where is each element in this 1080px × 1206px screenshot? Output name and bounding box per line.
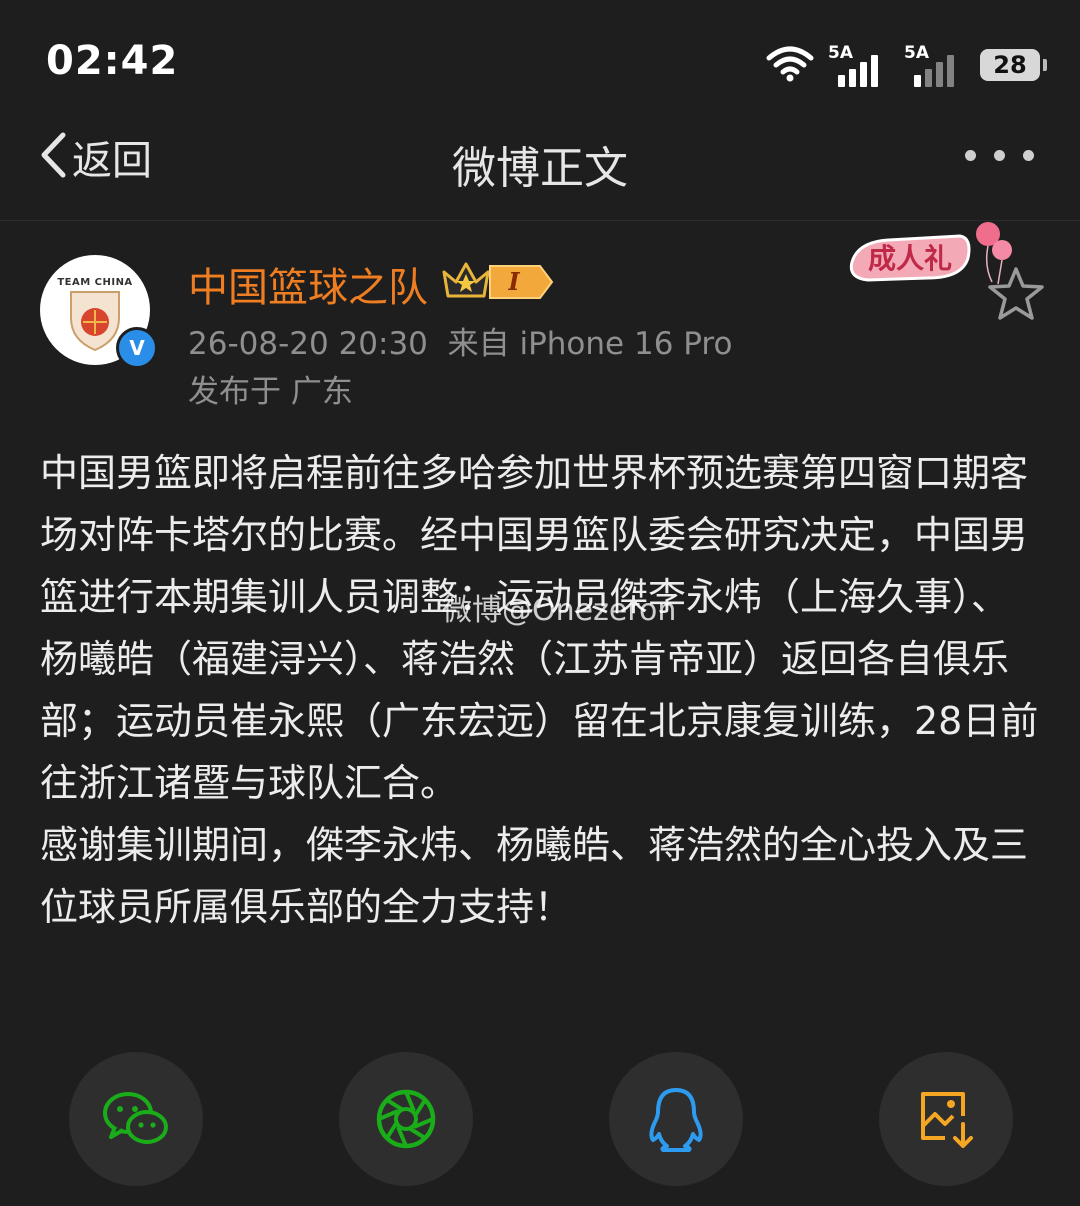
watermark: 微博@Onezeron [442, 593, 677, 628]
status-icons: 5A 5A 28 [766, 40, 1047, 90]
post-timestamp: 26-08-20 20:30 [188, 326, 428, 362]
badge-text: 成人礼 [868, 242, 952, 275]
wifi-icon [766, 44, 814, 86]
avatar[interactable]: TEAM CHINA V [40, 255, 158, 369]
save-image-icon [921, 1092, 973, 1148]
battery-icon: 28 [980, 49, 1047, 81]
nav-bar: 返回 微博正文 [0, 120, 1080, 221]
wechat-icon [103, 1092, 168, 1144]
qq-icon [649, 1088, 703, 1152]
signal-icon: 5A [828, 43, 890, 87]
status-time: 02:42 [46, 38, 179, 84]
level-label: I [507, 267, 520, 296]
status-bar: 02:42 5A 5A 28 [0, 0, 1080, 120]
post-location: 发布于 广东 [188, 374, 353, 410]
post-body: 中国男篮即将启程前往多哈参加世界杯预选赛第四窗口期客场对阵卡塔尔的比赛。经中国男… [40, 442, 1040, 938]
save-image-button[interactable] [879, 1052, 1013, 1186]
post-paragraph: 感谢集训期间，傑李永炜、杨曦皓、蒋浩然的全心投入及三位球员所属俱乐部的全力支持！ [40, 823, 1029, 929]
level-crown-icon: I [442, 258, 554, 306]
post-meta: 26-08-20 20:30 来自 iPhone 16 Pro [188, 318, 732, 363]
favorite-star-icon[interactable] [986, 265, 1046, 327]
share-moments-button[interactable] [339, 1052, 473, 1186]
username[interactable]: 中国篮球之队 [188, 255, 428, 313]
share-qq-button[interactable] [609, 1052, 743, 1186]
verified-icon: V [116, 327, 158, 369]
page-title: 微博正文 [452, 143, 628, 194]
more-dots-icon[interactable] [965, 150, 1034, 161]
share-wechat-button[interactable] [69, 1052, 203, 1186]
moments-icon [376, 1089, 436, 1149]
post-source: 来自 iPhone 16 Pro [447, 326, 733, 362]
avatar-text: TEAM CHINA [57, 277, 133, 288]
signal-icon: 5A [904, 43, 966, 87]
